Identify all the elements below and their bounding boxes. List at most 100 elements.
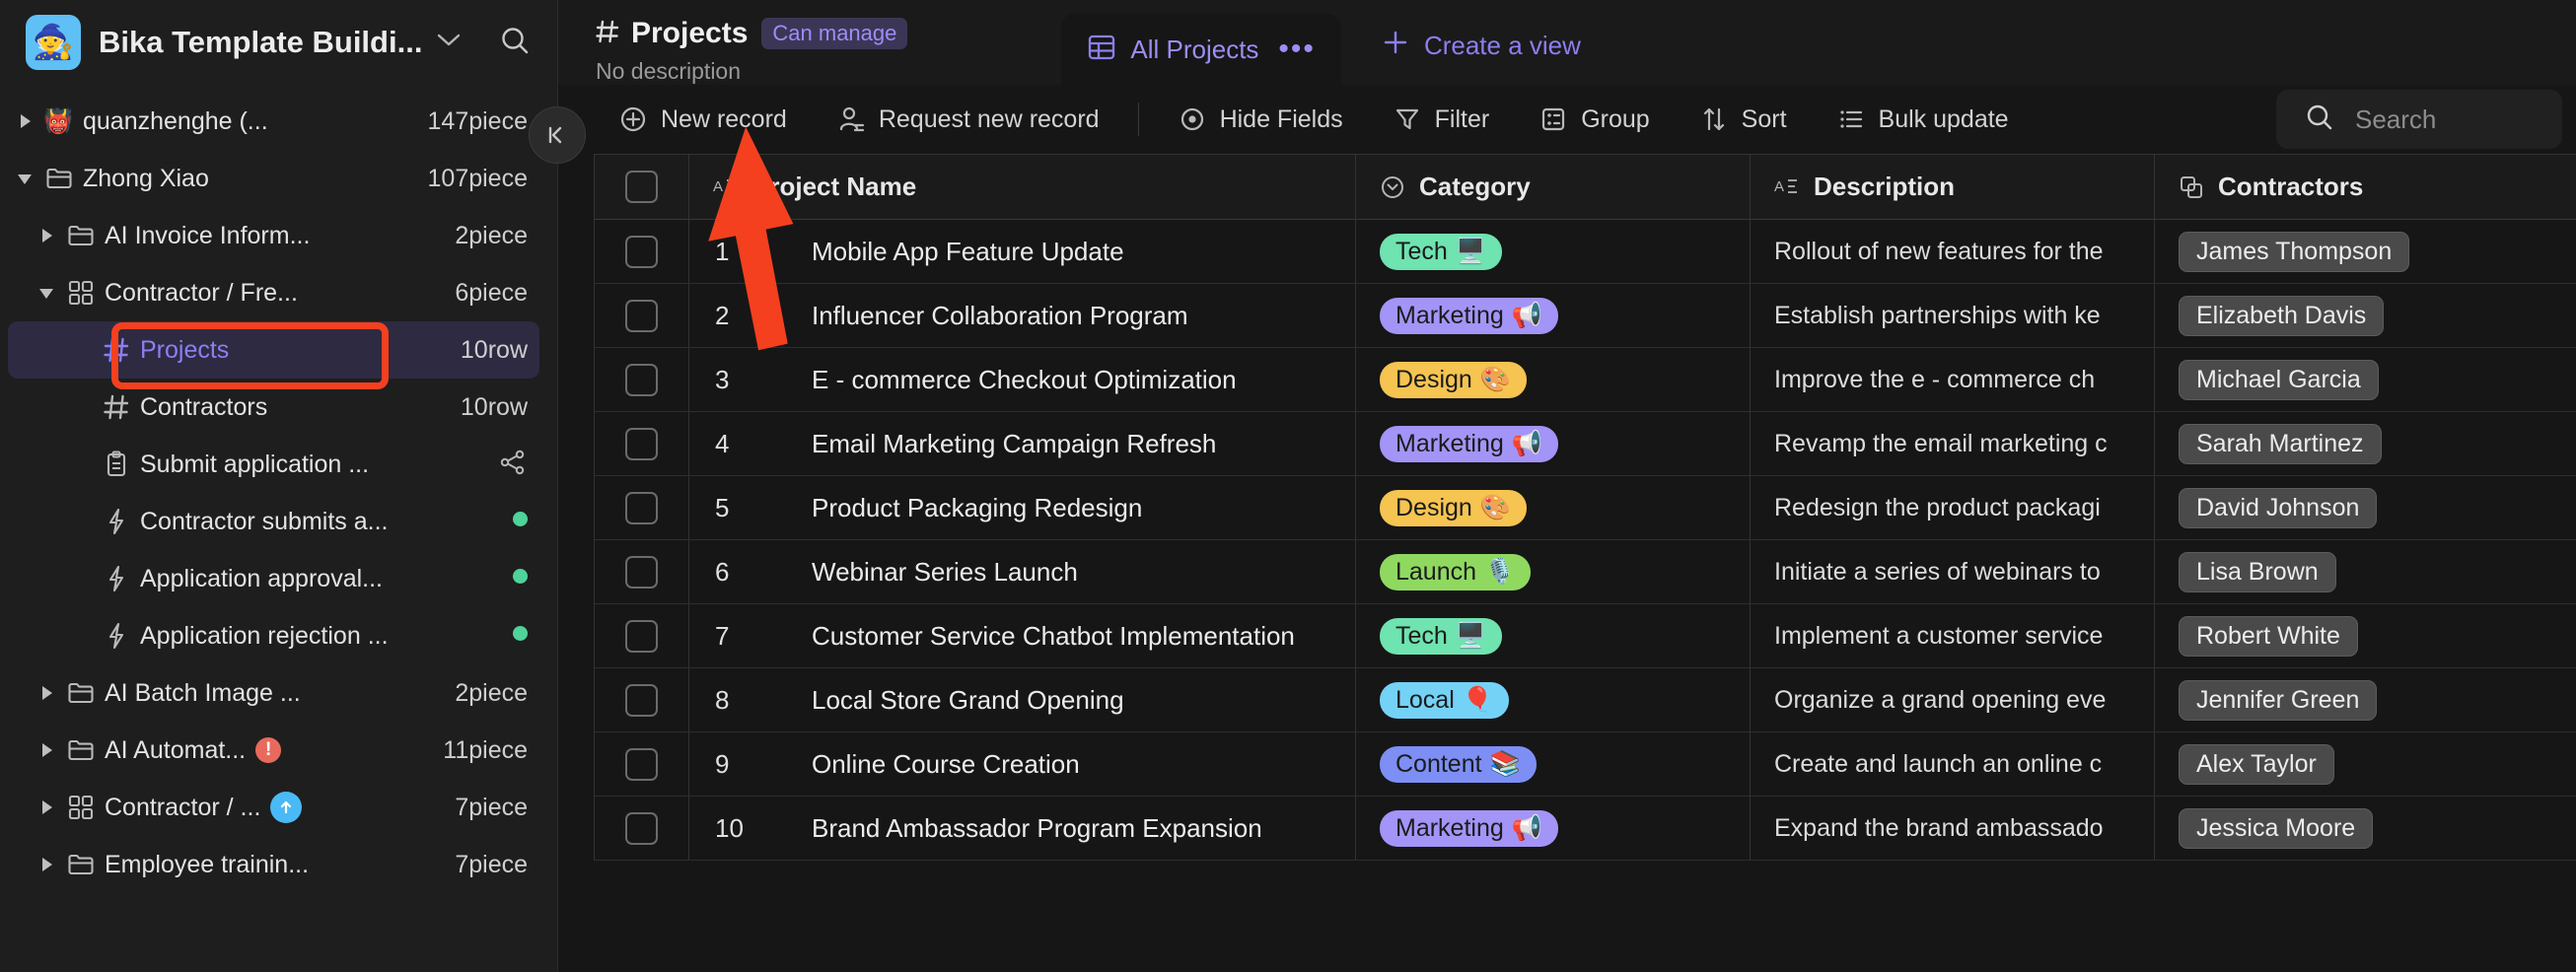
cell-category[interactable]: Content 📚 bbox=[1356, 732, 1751, 796]
sidebar-item-zhong-xiao[interactable]: Zhong Xiao 107piece bbox=[8, 150, 539, 207]
cell-contractors[interactable]: Michael Garcia bbox=[2155, 348, 2576, 411]
workspace-header[interactable]: 🧙 Bika Template Buildi... bbox=[0, 0, 557, 85]
row-checkbox[interactable] bbox=[595, 412, 689, 475]
table-row[interactable]: 6 Webinar Series Launch Launch 🎙️ Initiate a… bbox=[595, 540, 2576, 604]
sidebar-item-ai-invoice-inform[interactable]: AI Invoice Inform... 2piece bbox=[8, 207, 539, 264]
table-row[interactable]: 9 Online Course Creation Content 📚 Create an… bbox=[595, 732, 2576, 797]
cell-category[interactable]: Tech 🖥️ bbox=[1356, 220, 1751, 283]
cell-project-name[interactable]: Influencer Collaboration Program bbox=[788, 284, 1356, 347]
cell-description[interactable]: Rollout of new features for the bbox=[1751, 220, 2155, 283]
cell-description[interactable]: Initiate a series of webinars to bbox=[1751, 540, 2155, 603]
tab-more-icon[interactable]: ••• bbox=[1278, 33, 1316, 66]
tab-all-projects[interactable]: All Projects ••• bbox=[1061, 14, 1341, 85]
group-button[interactable]: Group bbox=[1514, 85, 1674, 154]
column-header-category[interactable]: Category bbox=[1356, 155, 1751, 219]
cell-description[interactable]: Expand the brand ambassado bbox=[1751, 797, 2155, 860]
cell-project-name[interactable]: Customer Service Chatbot Implementation bbox=[788, 604, 1356, 667]
sidebar-item-submit-application[interactable]: Submit application ... bbox=[8, 436, 539, 493]
cell-project-name[interactable]: Product Packaging Redesign bbox=[788, 476, 1356, 539]
cell-description[interactable]: Organize a grand opening eve bbox=[1751, 668, 2155, 731]
cell-contractors[interactable]: Elizabeth Davis bbox=[2155, 284, 2576, 347]
sort-button[interactable]: Sort bbox=[1675, 85, 1812, 154]
chevron-down-icon[interactable] bbox=[436, 32, 462, 53]
select-all-checkbox[interactable] bbox=[595, 155, 689, 219]
filter-button[interactable]: Filter bbox=[1368, 85, 1515, 154]
chevron-right-icon[interactable] bbox=[8, 110, 41, 132]
cell-contractors[interactable]: James Thompson bbox=[2155, 220, 2576, 283]
sidebar-item-contractor-fre[interactable]: Contractor / Fre... 6piece bbox=[8, 264, 539, 321]
chevron-down-icon[interactable] bbox=[8, 168, 41, 189]
cell-contractors[interactable]: Lisa Brown bbox=[2155, 540, 2576, 603]
sidebar-item-contractor[interactable]: Contractor / ... 7piece bbox=[8, 779, 539, 836]
sidebar-item-contractor-submits-a[interactable]: Contractor submits a... bbox=[8, 493, 539, 550]
cell-category[interactable]: Marketing 📢 bbox=[1356, 797, 1751, 860]
table-row[interactable]: 1 Mobile App Feature Update Tech 🖥️ Rollout … bbox=[595, 220, 2576, 284]
sidebar-item-application-approval[interactable]: Application approval... bbox=[8, 550, 539, 607]
cell-project-name[interactable]: Local Store Grand Opening bbox=[788, 668, 1356, 731]
cell-project-name[interactable]: E - commerce Checkout Optimization bbox=[788, 348, 1356, 411]
cell-project-name[interactable]: Mobile App Feature Update bbox=[788, 220, 1356, 283]
cell-category[interactable]: Launch 🎙️ bbox=[1356, 540, 1751, 603]
cell-contractors[interactable]: Alex Taylor bbox=[2155, 732, 2576, 796]
row-checkbox[interactable] bbox=[595, 476, 689, 539]
hide-fields-button[interactable]: Hide Fields bbox=[1153, 85, 1368, 154]
table-row[interactable]: 7 Customer Service Chatbot Implementation… bbox=[595, 604, 2576, 668]
cell-category[interactable]: Tech 🖥️ bbox=[1356, 604, 1751, 667]
collapse-sidebar-icon[interactable] bbox=[529, 106, 586, 164]
row-checkbox[interactable] bbox=[595, 348, 689, 411]
search-input[interactable]: Search bbox=[2276, 90, 2562, 149]
cell-description[interactable]: Revamp the email marketing c bbox=[1751, 412, 2155, 475]
sidebar-item-application-rejection[interactable]: Application rejection ... bbox=[8, 607, 539, 664]
sidebar-item-ai-batch-image[interactable]: AI Batch Image ... 2piece bbox=[8, 664, 539, 722]
chevron-right-icon[interactable] bbox=[30, 682, 63, 704]
row-checkbox[interactable] bbox=[595, 540, 689, 603]
cell-project-name[interactable]: Brand Ambassador Program Expansion bbox=[788, 797, 1356, 860]
row-checkbox[interactable] bbox=[595, 284, 689, 347]
cell-category[interactable]: Design 🎨 bbox=[1356, 348, 1751, 411]
cell-contractors[interactable]: Jessica Moore bbox=[2155, 797, 2576, 860]
column-header-project-name[interactable]: A Project Name bbox=[689, 155, 1356, 219]
create-view-button[interactable]: Create a view bbox=[1381, 14, 1581, 85]
table-row[interactable]: 8 Local Store Grand Opening Local 🎈 Organize… bbox=[595, 668, 2576, 732]
cell-contractors[interactable]: Sarah Martinez bbox=[2155, 412, 2576, 475]
cell-project-name[interactable]: Online Course Creation bbox=[788, 732, 1356, 796]
cell-description[interactable]: Create and launch an online c bbox=[1751, 732, 2155, 796]
table-row[interactable]: 4 Email Marketing Campaign Refresh Marketi… bbox=[595, 412, 2576, 476]
cell-description[interactable]: Redesign the product packagi bbox=[1751, 476, 2155, 539]
sidebar-item-quanzhenghe[interactable]: 👹 quanzhenghe (... 147piece bbox=[8, 93, 539, 150]
row-checkbox[interactable] bbox=[595, 732, 689, 796]
cell-contractors[interactable]: Robert White bbox=[2155, 604, 2576, 667]
bulk-update-button[interactable]: Bulk update bbox=[1812, 85, 2034, 154]
cell-category[interactable]: Local 🎈 bbox=[1356, 668, 1751, 731]
table-row[interactable]: 5 Product Packaging Redesign Design 🎨 Redesi… bbox=[595, 476, 2576, 540]
cell-category[interactable]: Marketing 📢 bbox=[1356, 284, 1751, 347]
sidebar-item-ai-automat[interactable]: AI Automat...! 11piece bbox=[8, 722, 539, 779]
chevron-right-icon[interactable] bbox=[30, 225, 63, 246]
table-row[interactable]: 10 Brand Ambassador Program Expansion Mark… bbox=[595, 797, 2576, 861]
request-new-record-button[interactable]: Request new record bbox=[812, 85, 1124, 154]
cell-contractors[interactable]: David Johnson bbox=[2155, 476, 2576, 539]
cell-category[interactable]: Marketing 📢 bbox=[1356, 412, 1751, 475]
row-checkbox[interactable] bbox=[595, 220, 689, 283]
column-header-description[interactable]: A Description bbox=[1751, 155, 2155, 219]
cell-description[interactable]: Implement a customer service bbox=[1751, 604, 2155, 667]
cell-contractors[interactable]: Jennifer Green bbox=[2155, 668, 2576, 731]
chevron-right-icon[interactable] bbox=[30, 797, 63, 818]
column-header-contractors[interactable]: Contractors bbox=[2155, 155, 2576, 219]
chevron-down-icon[interactable] bbox=[30, 282, 63, 304]
table-row[interactable]: 3 E - commerce Checkout Optimization Desig… bbox=[595, 348, 2576, 412]
row-checkbox[interactable] bbox=[595, 797, 689, 860]
cell-description[interactable]: Improve the e - commerce ch bbox=[1751, 348, 2155, 411]
row-checkbox[interactable] bbox=[595, 604, 689, 667]
sidebar-item-projects[interactable]: Projects 10row bbox=[8, 321, 539, 379]
new-record-button[interactable]: New record bbox=[594, 85, 812, 154]
sidebar-item-employee-trainin[interactable]: Employee trainin... 7piece bbox=[8, 836, 539, 893]
cell-project-name[interactable]: Email Marketing Campaign Refresh bbox=[788, 412, 1356, 475]
share-icon[interactable] bbox=[498, 448, 528, 482]
search-icon[interactable] bbox=[498, 24, 532, 62]
cell-description[interactable]: Establish partnerships with ke bbox=[1751, 284, 2155, 347]
chevron-right-icon[interactable] bbox=[30, 854, 63, 875]
cell-project-name[interactable]: Webinar Series Launch bbox=[788, 540, 1356, 603]
row-checkbox[interactable] bbox=[595, 668, 689, 731]
sidebar-item-contractors[interactable]: Contractors 10row bbox=[8, 379, 539, 436]
